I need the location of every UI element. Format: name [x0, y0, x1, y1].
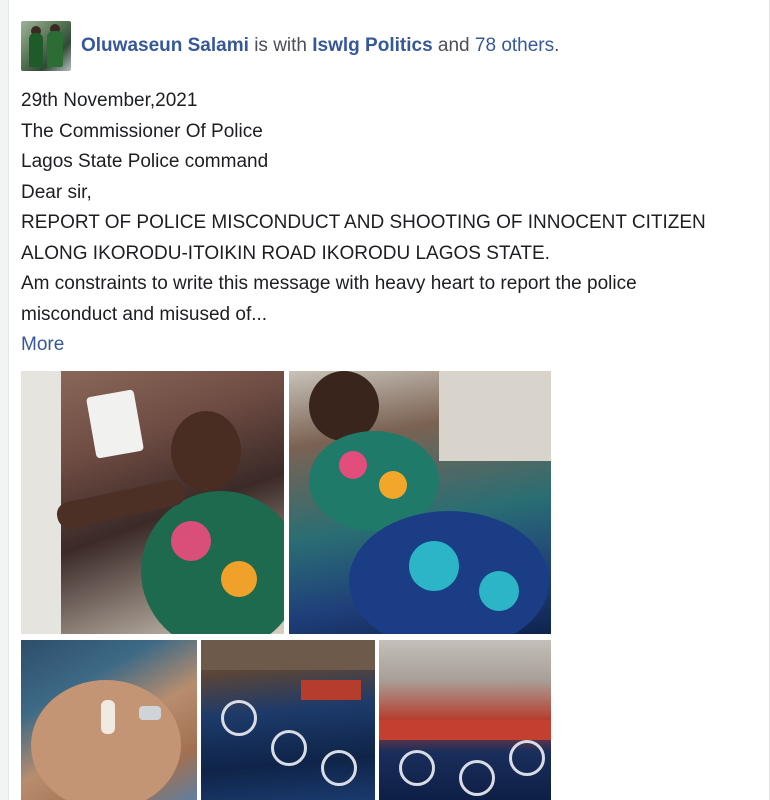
- post-attribution: Oluwaseun Salami is with Iswlg Politics …: [81, 34, 559, 58]
- post-card: Oluwaseun Salami is with Iswlg Politics …: [8, 0, 770, 800]
- post-photo-5[interactable]: [379, 640, 551, 800]
- others-link[interactable]: 78 others: [475, 35, 554, 56]
- post-photo-2[interactable]: [289, 371, 551, 634]
- tagged-page-link[interactable]: Iswlg Politics: [312, 35, 432, 56]
- with-text: is with: [254, 35, 307, 56]
- message-line-command: Lagos State Police command: [21, 151, 269, 172]
- post-photo-4[interactable]: [201, 640, 375, 800]
- see-more-link[interactable]: More: [21, 330, 756, 361]
- author-avatar[interactable]: [21, 21, 71, 71]
- post-header: Oluwaseun Salami is with Iswlg Politics …: [21, 20, 559, 72]
- message-line-subject-1: REPORT OF POLICE MISCONDUCT AND SHOOTING…: [21, 212, 706, 233]
- post-message: 29th November,2021 The Commissioner Of P…: [21, 86, 756, 361]
- period-text: .: [554, 35, 560, 56]
- and-text: and: [437, 35, 470, 56]
- message-line-date: 29th November,2021: [21, 90, 198, 111]
- message-line-subject-2: ALONG IKORODU-ITOIKIN ROAD IKORODU LAGOS…: [21, 242, 550, 264]
- post-photo-3[interactable]: [21, 640, 197, 800]
- message-line-body-1: Am constraints to write this message wit…: [21, 273, 637, 294]
- message-line-body-2: misconduct and misused of...: [21, 303, 268, 325]
- post-photo-1[interactable]: [21, 371, 284, 634]
- message-line-salutation: Dear sir,: [21, 181, 92, 203]
- author-name-link[interactable]: Oluwaseun Salami: [81, 35, 249, 56]
- message-line-recipient: The Commissioner Of Police: [21, 120, 263, 142]
